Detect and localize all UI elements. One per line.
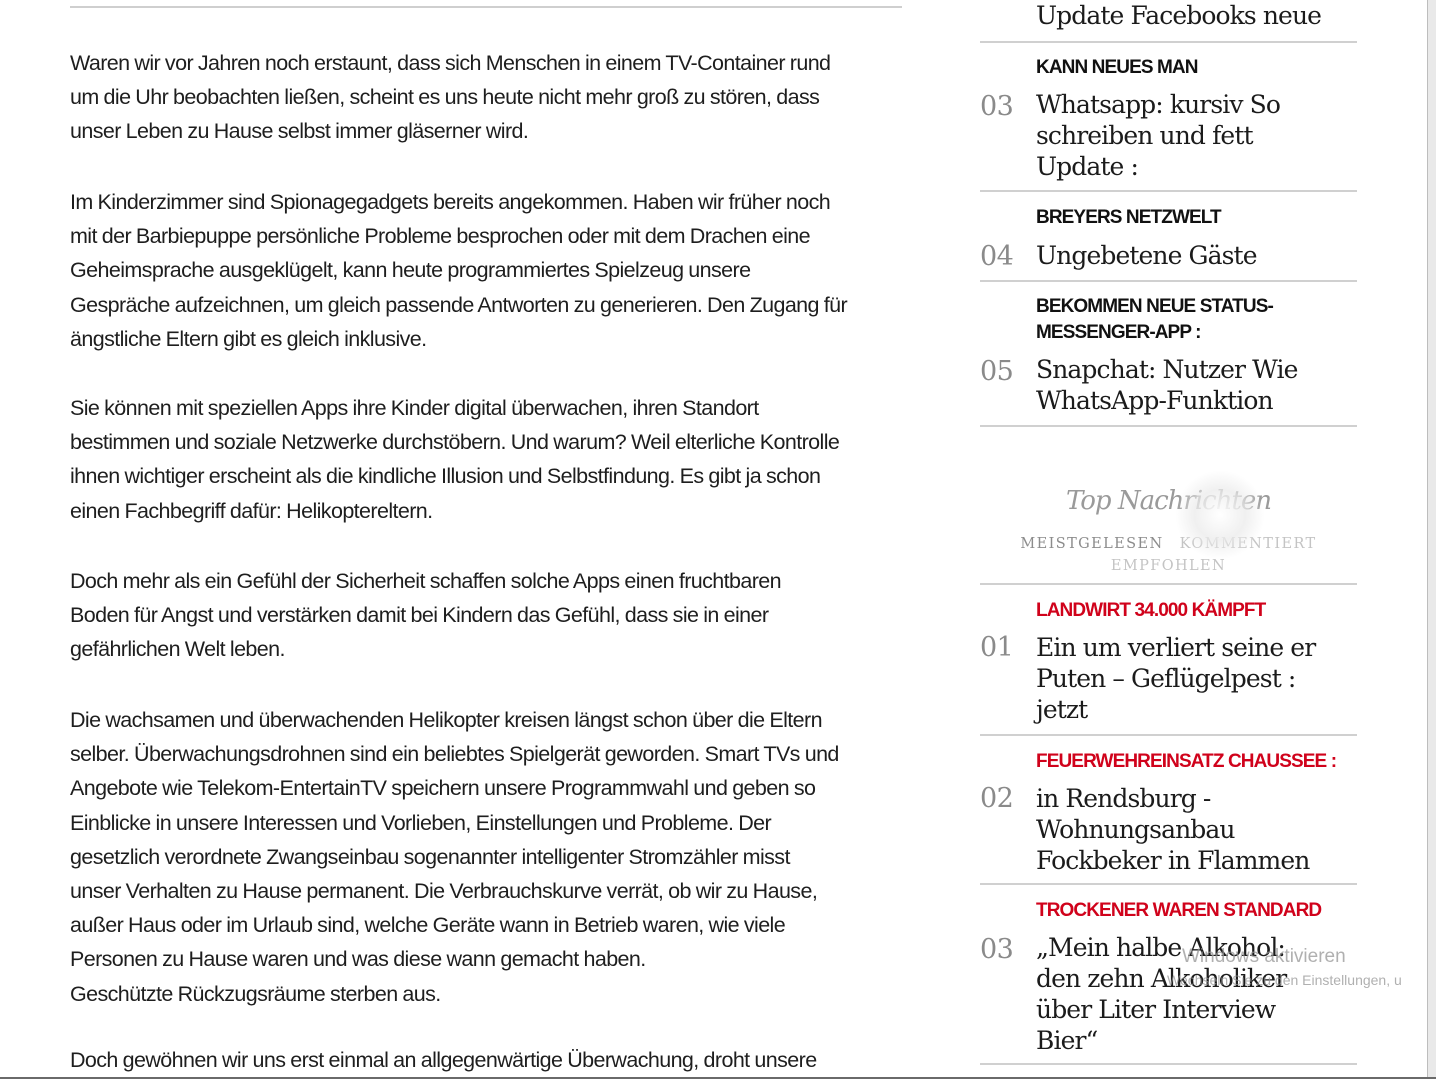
top-news-title: Top Nachrichten [1065, 486, 1272, 516]
item-number: 01 [980, 632, 1014, 663]
article-paragraph: Waren wir vor Jahren noch erstaunt, dass… [70, 51, 831, 144]
item-number: 03 [980, 91, 1014, 122]
item-kicker: LANDWIRT 34.000 KÄMPFT [1036, 600, 1266, 621]
tab-meistgelesen[interactable]: MEISTGELESEN [1020, 533, 1163, 555]
item-kicker: FEUERWEHREINSATZ CHAUSSEE : [1036, 751, 1337, 772]
article-paragraph: Die wachsamen und überwachenden Helikopt… [70, 708, 839, 1006]
top-news-tabs: MEISTGELESEN KOMMENTIERT EMPFOHLEN [980, 533, 1357, 577]
item-headline-link[interactable]: Snapchat: Nutzer Wie WhatsApp-Funktion [1036, 354, 1356, 416]
sidebar-divider [980, 425, 1357, 427]
item-headline-link[interactable]: Ein um verliert seine er Puten – Geflüge… [1036, 632, 1356, 725]
item-kicker: KANN NEUES MAN [1036, 57, 1198, 78]
tab-empfohlen[interactable]: EMPFOHLEN [1111, 555, 1226, 577]
article-divider [70, 6, 902, 8]
item-kicker: TROCKENER WAREN STANDARD [1036, 900, 1322, 921]
article-paragraph: Doch mehr als ein Gefühl der Sicherheit … [70, 569, 782, 662]
sidebar-divider [980, 190, 1357, 192]
article-paragraph: Im Kinderzimmer sind Spionagegadgets ber… [70, 190, 848, 351]
item-number: 04 [980, 241, 1014, 272]
sidebar-divider [980, 734, 1357, 736]
article-paragraph: Sie können mit speziellen Apps ihre Kind… [70, 396, 840, 523]
item-number: 05 [980, 356, 1014, 387]
sidebar-divider [980, 883, 1357, 885]
window-scrollbar-edge[interactable] [1427, 0, 1436, 1079]
sidebar-divider [980, 583, 1357, 585]
sidebar-headline-link[interactable]: Update Facebooks neue [1036, 0, 1356, 31]
sidebar-divider [980, 41, 1357, 43]
item-headline-link[interactable]: Whatsapp: kursiv So schreiben und fett U… [1036, 89, 1356, 182]
item-number: 03 [980, 934, 1014, 965]
article-paragraph: Doch gewöhnen wir uns erst einmal an all… [70, 1048, 817, 1072]
sidebar-divider [980, 280, 1357, 282]
item-headline-link[interactable]: „Mein halbe Alkohol: den zehn Alkoholike… [1036, 932, 1356, 1056]
item-kicker: BEKOMMEN NEUE STATUS- MESSENGER-APP : [1036, 296, 1274, 343]
item-number: 02 [980, 783, 1014, 814]
sidebar-divider [980, 1063, 1357, 1065]
item-kicker: BREYERS NETZWELT [1036, 207, 1222, 228]
item-headline-link[interactable]: Ungebetene Gäste [1036, 240, 1356, 271]
tab-kommentiert[interactable]: KOMMENTIERT [1180, 533, 1317, 555]
item-headline-link[interactable]: in Rendsburg - Wohnungsanbau Fockbeker i… [1036, 783, 1356, 876]
